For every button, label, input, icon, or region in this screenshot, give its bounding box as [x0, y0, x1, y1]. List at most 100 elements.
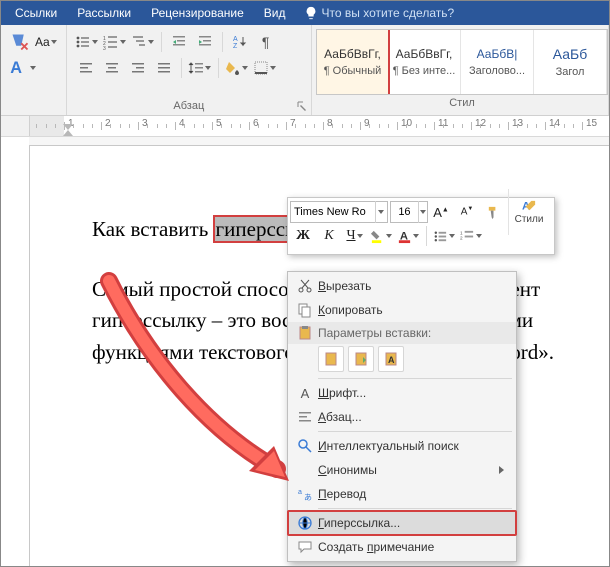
shading-button[interactable]: [224, 56, 250, 80]
tab-review[interactable]: Рецензирование: [141, 1, 254, 25]
dropdown-icon[interactable]: [418, 201, 427, 223]
sort-button[interactable]: AZ: [228, 30, 252, 54]
paragraph-group-label: Абзац: [73, 98, 305, 115]
paste-text-only-button[interactable]: A: [378, 346, 404, 372]
context-menu: Вырезать Копировать Параметры вставки: A…: [287, 271, 517, 562]
tab-view[interactable]: Вид: [254, 1, 296, 25]
svg-text:あ: あ: [304, 493, 312, 502]
styles-gallery[interactable]: АаБбВвГг,¶ Обычный АаБбВвГг,¶ Без инте..…: [316, 29, 608, 95]
menu-label: Интеллектуальный поиск: [318, 439, 504, 453]
svg-text:A: A: [10, 59, 22, 77]
paste-merge-button[interactable]: [348, 346, 374, 372]
multilevel-button[interactable]: [130, 30, 156, 54]
lightbulb-icon: [304, 6, 318, 20]
paragraph-icon: [292, 409, 318, 425]
mini-italic-button[interactable]: К: [317, 224, 341, 248]
mini-numbering-button[interactable]: 12: [459, 224, 484, 248]
bullets-button[interactable]: [74, 30, 100, 54]
align-justify-button[interactable]: [152, 56, 176, 80]
mini-toolbar: A▲ A▼ A Стили Ж К Ч A 12: [287, 197, 555, 255]
decrease-indent-button[interactable]: [167, 30, 191, 54]
paste-keep-formatting-button[interactable]: [318, 346, 344, 372]
ribbon-tabbar: Ссылки Рассылки Рецензирование Вид Что в…: [1, 1, 609, 25]
mini-font-color-button[interactable]: A: [396, 224, 421, 248]
align-left-button[interactable]: [74, 56, 98, 80]
cut-icon: [292, 278, 318, 294]
mini-size-input[interactable]: [391, 206, 418, 218]
menu-cut[interactable]: Вырезать: [288, 274, 516, 298]
ruler: 123456789101112131415: [1, 116, 609, 137]
borders-button[interactable]: [252, 56, 278, 80]
menu-copy[interactable]: Копировать: [288, 298, 516, 322]
menu-label: Перевод: [318, 487, 504, 501]
comment-icon: [292, 539, 318, 555]
tell-me-placeholder: Что вы хотите сделать?: [322, 6, 455, 20]
ribbon: Aa A 123 AZ ¶: [1, 25, 609, 116]
menu-smart-lookup[interactable]: Интеллектуальный поиск: [288, 434, 516, 458]
svg-text:3: 3: [103, 46, 106, 52]
menu-paste-options-header: Параметры вставки:: [288, 322, 516, 344]
styles-group-label: Стил: [316, 95, 608, 112]
change-case-button[interactable]: Aa: [34, 30, 59, 54]
paragraph-dialog-launcher[interactable]: [295, 99, 309, 113]
menu-hyperlink[interactable]: Гиперссылка...: [288, 511, 516, 535]
copy-icon: [292, 302, 318, 318]
shrink-font-button[interactable]: A▼: [455, 200, 479, 224]
ribbon-group-font-clip: Aa A: [1, 25, 67, 115]
increase-indent-button[interactable]: [193, 30, 217, 54]
line-spacing-button[interactable]: [187, 56, 213, 80]
svg-text:A: A: [388, 355, 395, 365]
menu-label: Копировать: [318, 303, 504, 317]
doc-text: Как вставить: [92, 217, 214, 241]
style-heading2[interactable]: АаБбЗагол: [534, 30, 607, 94]
styles-icon: A: [522, 199, 537, 214]
dropdown-icon[interactable]: [375, 201, 387, 223]
align-right-button[interactable]: [126, 56, 150, 80]
format-painter-button[interactable]: [481, 200, 505, 224]
clear-format-button[interactable]: [8, 30, 32, 54]
ruler-horizontal[interactable]: 123456789101112131415: [30, 116, 609, 136]
tab-links[interactable]: Ссылки: [5, 1, 67, 25]
show-marks-button[interactable]: ¶: [254, 30, 278, 54]
tab-mailings[interactable]: Рассылки: [67, 1, 141, 25]
font-icon: A: [292, 386, 318, 401]
mini-font-input[interactable]: [291, 206, 375, 218]
menu-label: Параметры вставки:: [318, 326, 504, 340]
mini-bullets-button[interactable]: [432, 224, 457, 248]
submenu-arrow-icon: [499, 466, 504, 474]
text-effects-button[interactable]: A: [8, 56, 38, 80]
menu-new-comment[interactable]: Создать примечание: [288, 535, 516, 559]
tell-me[interactable]: Что вы хотите сделать?: [296, 6, 455, 20]
ruler-number: 15: [586, 118, 597, 132]
mini-styles-label: Стили: [515, 214, 544, 225]
style-heading1[interactable]: АаБбВ|Заголово...: [461, 30, 534, 94]
menu-synonyms[interactable]: Синонимы: [288, 458, 516, 482]
mini-highlight-button[interactable]: [369, 224, 394, 248]
svg-text:a: a: [298, 489, 302, 496]
translate-icon: aあ: [292, 486, 318, 502]
menu-label: Создать примечание: [318, 540, 504, 554]
style-no-spacing[interactable]: АаБбВвГг,¶ Без инте...: [388, 30, 461, 94]
grow-font-button[interactable]: A▲: [429, 200, 453, 224]
menu-label: Синонимы: [318, 463, 499, 477]
menu-paragraph[interactable]: Абзац...: [288, 405, 516, 429]
numbering-button[interactable]: 123: [102, 30, 128, 54]
hyperlink-icon: [292, 515, 318, 531]
menu-font[interactable]: A Шрифт...: [288, 381, 516, 405]
svg-text:2: 2: [460, 235, 463, 240]
hanging-indent-marker[interactable]: [63, 128, 73, 136]
svg-text:A: A: [233, 36, 238, 43]
mini-underline-button[interactable]: Ч: [343, 224, 367, 248]
mini-bold-button[interactable]: Ж: [291, 224, 315, 248]
ribbon-group-paragraph: 123 AZ ¶: [67, 25, 312, 115]
style-normal[interactable]: АаБбВвГг,¶ Обычный: [316, 29, 389, 95]
app-window: Ссылки Рассылки Рецензирование Вид Что в…: [0, 0, 610, 567]
align-center-button[interactable]: [100, 56, 124, 80]
menu-translate[interactable]: aあ Перевод: [288, 482, 516, 506]
mini-styles-button[interactable]: A Стили: [508, 189, 549, 235]
paste-options-gallery: A: [288, 344, 516, 376]
smart-lookup-icon: [292, 438, 318, 454]
menu-label: Гиперссылка...: [318, 516, 504, 530]
mini-font-combo[interactable]: [290, 201, 388, 223]
mini-size-combo[interactable]: [390, 201, 428, 223]
